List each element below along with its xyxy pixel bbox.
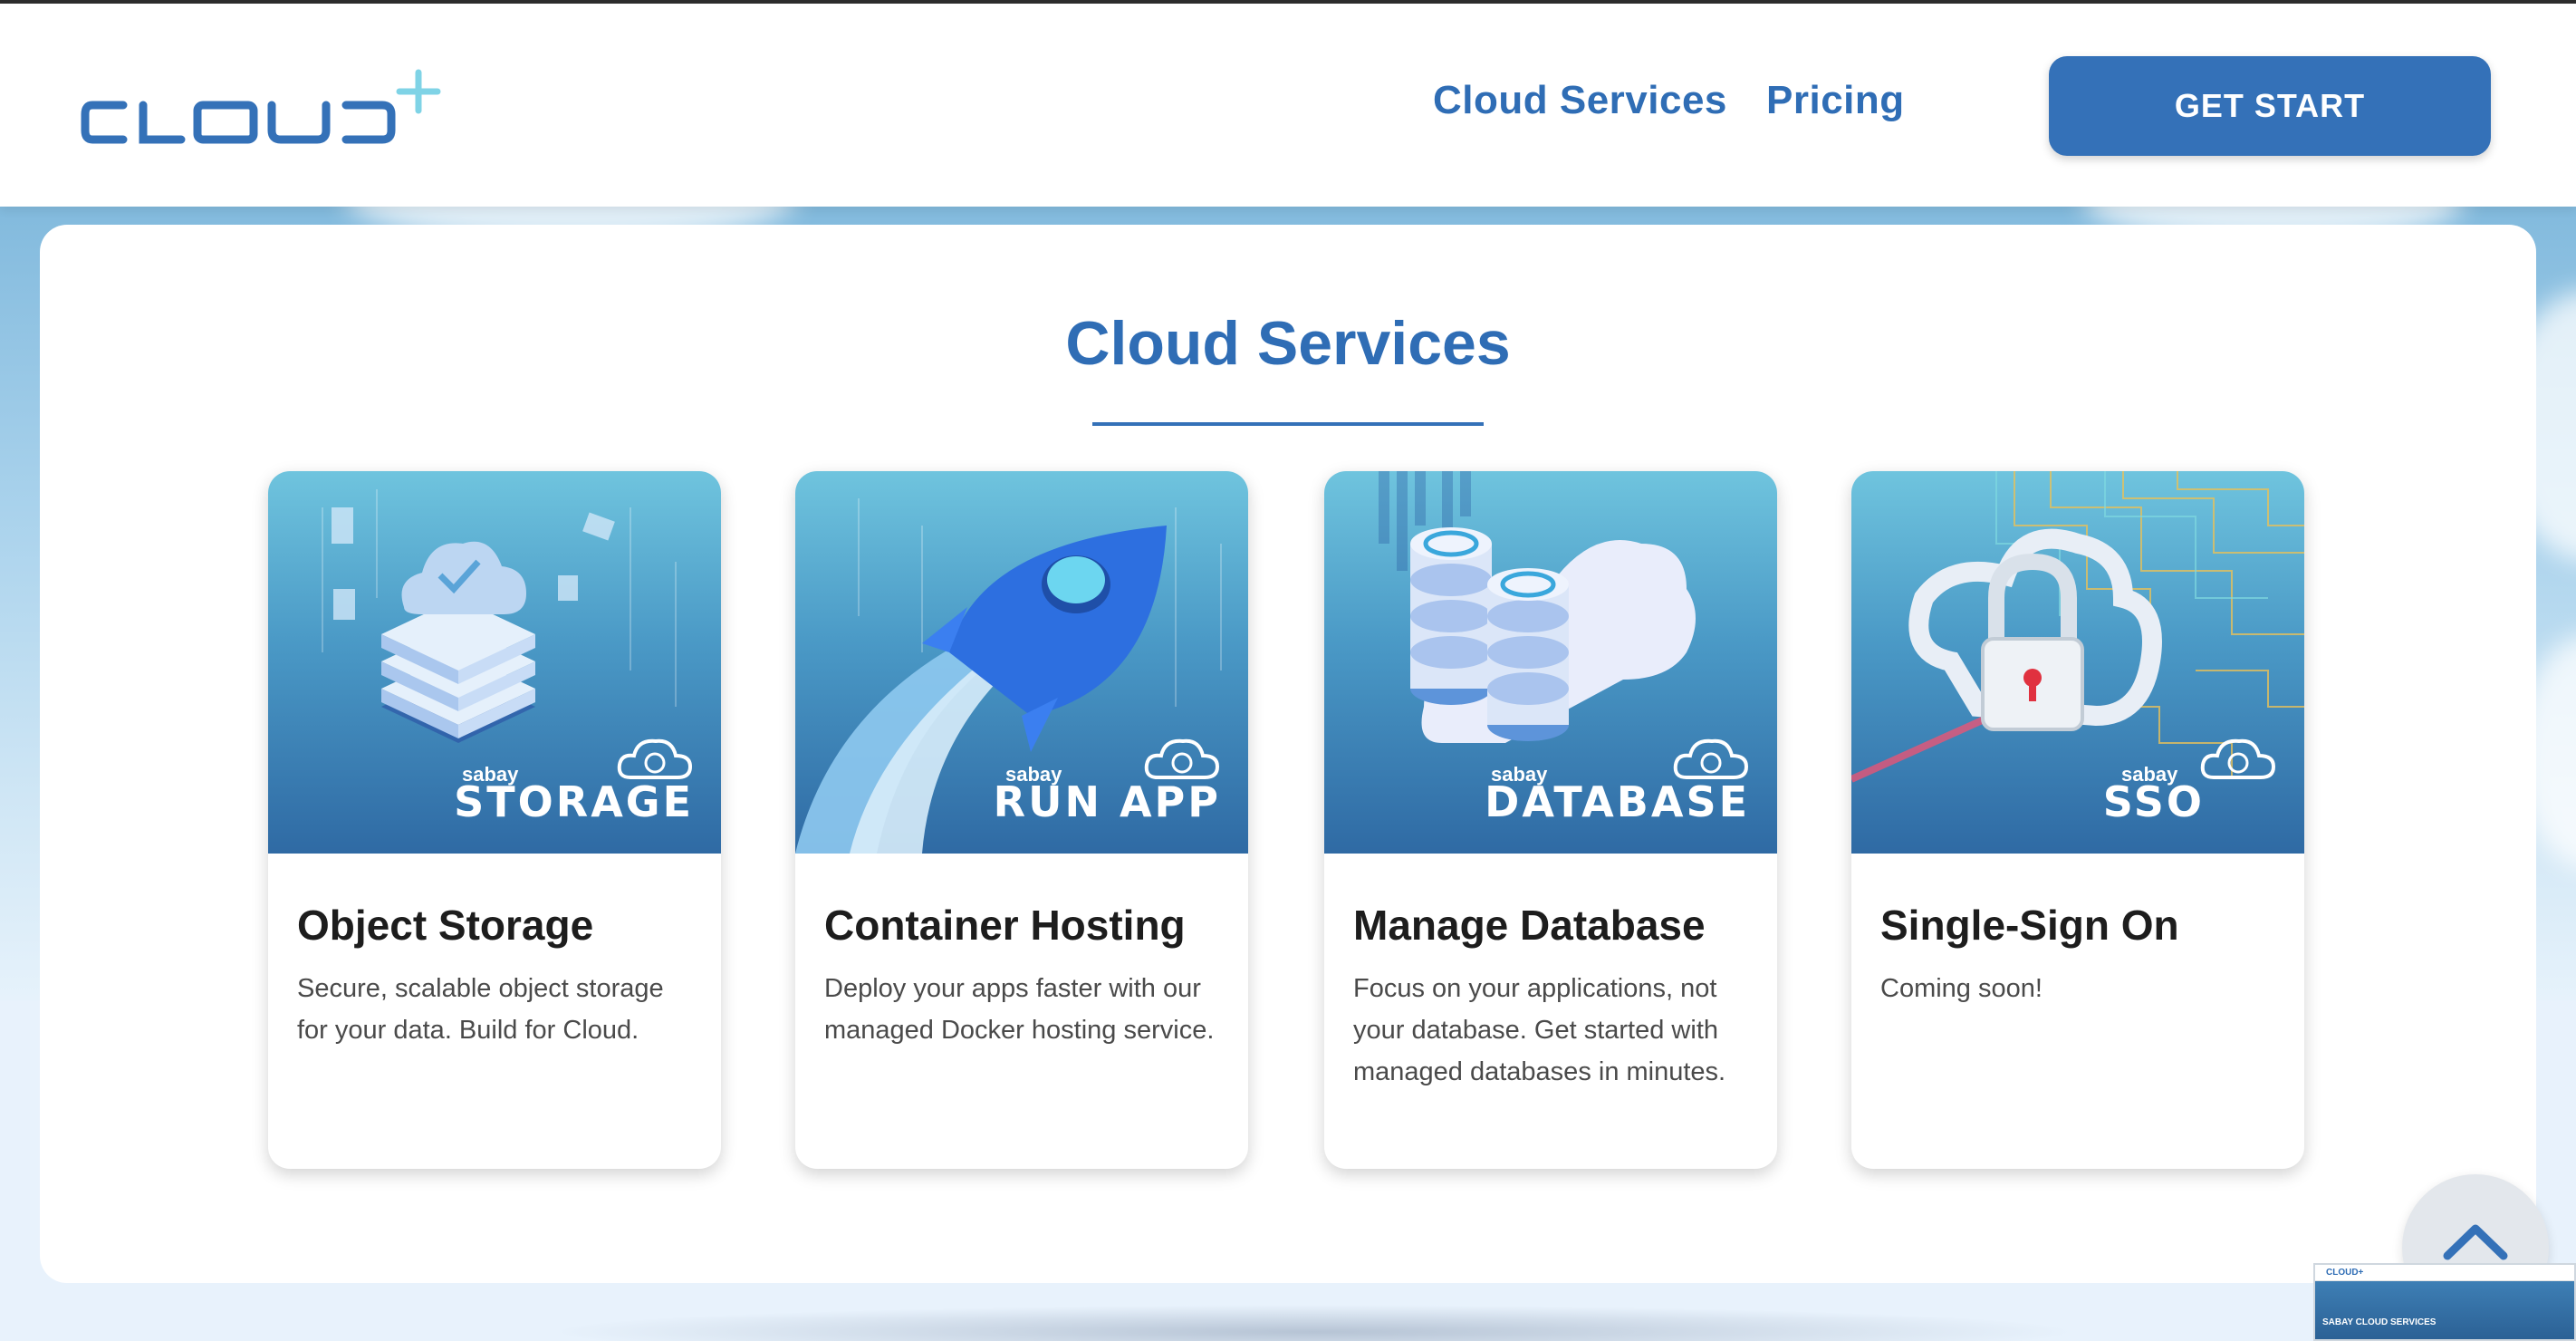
card-title: Manage Database (1353, 902, 1706, 949)
nav-pricing[interactable]: Pricing (1766, 78, 1905, 123)
footer-shadow (543, 1305, 2083, 1341)
card-description: Focus on your applications, not your dat… (1353, 974, 1726, 1086)
title-underline (1092, 422, 1484, 426)
card-object-storage[interactable]: sabay STORAGE Object Storage Secure, sca… (268, 471, 721, 1169)
card-image-runapp: sabay RUN APP (795, 471, 1248, 854)
site-header: Cloud Services Pricing GET START (0, 4, 2576, 207)
brand-product-name: DATABASE (1485, 777, 1750, 826)
card-title: Object Storage (297, 902, 594, 949)
section-title: Cloud Services (1065, 309, 1511, 378)
card-image-sso: sabay SSO (1851, 471, 2304, 854)
card-image-database: sabay DATABASE (1324, 471, 1777, 854)
thumbnail-hero (2315, 1281, 2574, 1339)
thumbnail-logo: CLOUD+ (2326, 1268, 2364, 1278)
thumbnail-hero-text: SABAY CLOUD SERVICES (2322, 1317, 2437, 1327)
card-title: Container Hosting (824, 902, 1186, 949)
brand-product-name: SSO (2102, 777, 2205, 826)
nav-cloud-services[interactable]: Cloud Services (1433, 78, 1727, 123)
card-description: Coming soon! (1880, 974, 2043, 1003)
card-image-storage: sabay STORAGE (268, 471, 721, 854)
card-description: Secure, scalable object storage for your… (297, 974, 664, 1045)
chevron-up-icon (2443, 1224, 2508, 1260)
card-manage-database[interactable]: sabay DATABASE Manage Database Focus on … (1324, 471, 1777, 1169)
card-container-hosting[interactable]: sabay RUN APP Container Hosting Deploy y… (795, 471, 1248, 1169)
thumbnail-header: CLOUD+ (2315, 1265, 2574, 1281)
card-description: Deploy your apps faster with our managed… (824, 974, 1215, 1045)
brand-product-name: STORAGE (454, 777, 694, 826)
cloud-plus-logo[interactable] (80, 67, 451, 158)
brand-product-name: RUN APP (993, 777, 1221, 826)
cloud-brand-icon (2200, 738, 2276, 779)
services-panel: Cloud Services sabay STORAGE Object Stor… (40, 225, 2536, 1283)
card-single-sign-on[interactable]: sabay SSO Single-Sign On Coming soon! (1851, 471, 2304, 1169)
card-title: Single-Sign On (1880, 902, 2179, 949)
page-preview-thumbnail[interactable]: CLOUD+ SABAY CLOUD SERVICES (2313, 1263, 2576, 1341)
get-start-button[interactable]: GET START (2049, 56, 2491, 156)
sso-lock-illustration (1851, 471, 2304, 783)
